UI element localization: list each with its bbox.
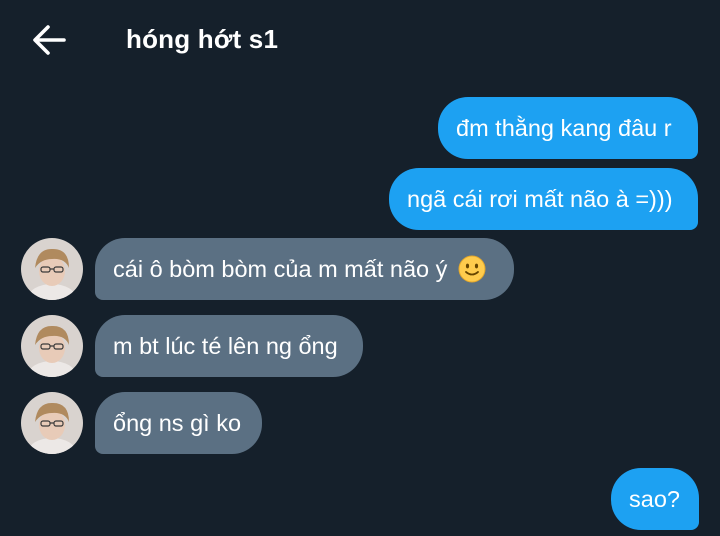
back-button[interactable]	[30, 22, 68, 58]
arrow-left-icon	[33, 25, 66, 55]
message-text: ổng ns gì ko	[113, 410, 242, 436]
chat-header: hóng hớt s1	[0, 0, 720, 80]
chat-screen: hóng hớt s1 đm thằng kang đâu r ngã cái …	[0, 0, 720, 536]
message-bubble-outgoing[interactable]: ngã cái rơi mất não à =)))	[389, 168, 698, 230]
message-bubble-incoming[interactable]: cái ô bòm bòm của m mất não ý	[95, 238, 514, 300]
message-text: m bt lúc té lên ng ổng	[113, 333, 338, 359]
message-text: ngã cái rơi mất não à =)))	[407, 186, 673, 212]
avatar[interactable]	[21, 392, 83, 454]
message-bubble-outgoing[interactable]: đm thằng kang đâu r	[438, 97, 698, 159]
message-text: cái ô bòm bòm của m mất não ý	[113, 256, 448, 282]
message-bubble-outgoing[interactable]: sao?	[611, 468, 699, 530]
avatar[interactable]	[21, 315, 83, 377]
message-bubble-incoming[interactable]: ổng ns gì ko	[95, 392, 262, 454]
message-bubble-incoming[interactable]: m bt lúc té lên ng ổng	[95, 315, 363, 377]
avatar[interactable]	[21, 238, 83, 300]
message-text: đm thằng kang đâu r	[456, 115, 672, 141]
message-text: sao?	[629, 486, 680, 512]
slightly-smiling-face-icon	[458, 255, 486, 283]
conversation-title: hóng hớt s1	[126, 24, 279, 54]
